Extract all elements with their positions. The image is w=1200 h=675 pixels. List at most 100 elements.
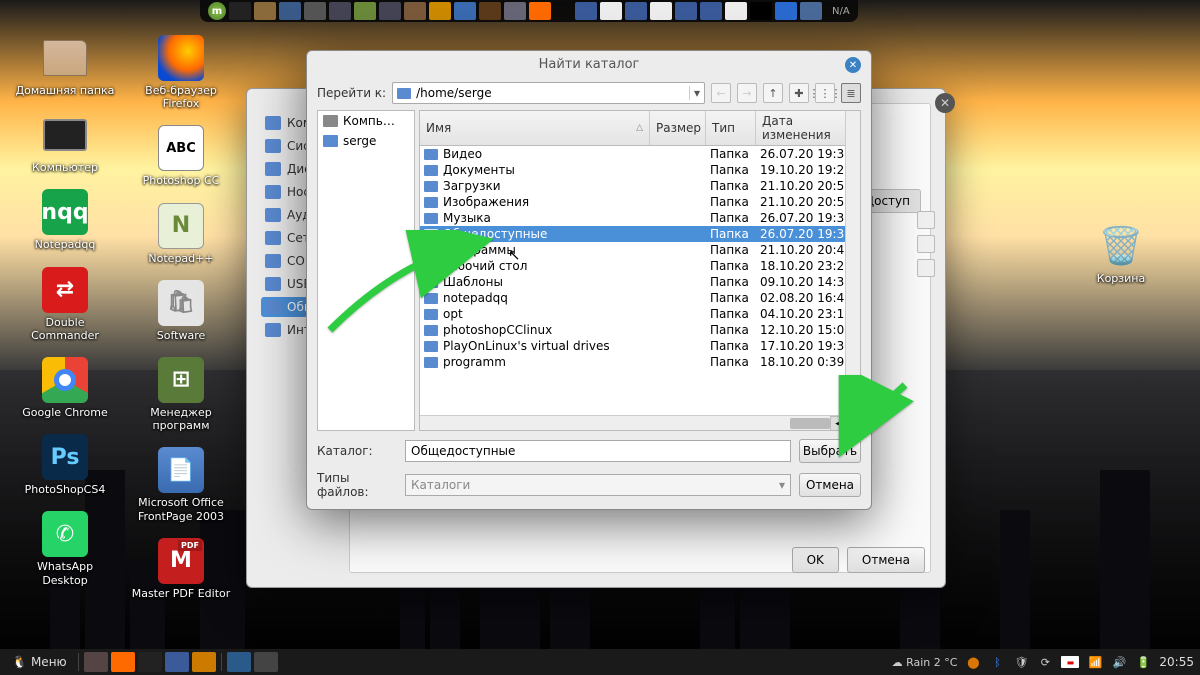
desktop-icon[interactable]: ✆WhatsApp Desktop <box>10 506 120 594</box>
tray-icon[interactable]: ⬤ <box>965 654 981 670</box>
panel-launcher[interactable] <box>529 2 551 20</box>
cancel-button[interactable]: Отмена <box>847 547 925 573</box>
catalog-input[interactable] <box>405 440 791 462</box>
desktop-icon[interactable]: Домашняя папка <box>10 30 120 105</box>
clock[interactable]: 20:55 <box>1159 655 1194 669</box>
file-row[interactable]: МузыкаПапка26.07.20 19:39 <box>420 210 860 226</box>
panel-launcher[interactable] <box>625 2 647 20</box>
panel-launcher[interactable] <box>675 2 697 20</box>
start-menu-button[interactable]: 🐧 Меню <box>6 655 73 669</box>
forward-button[interactable]: → <box>737 83 757 103</box>
place-item[interactable]: Компь… <box>318 111 414 131</box>
battery-icon[interactable]: 🔋 <box>1135 654 1151 670</box>
icon-view-button[interactable]: ⋮⋮⋮ <box>815 83 835 103</box>
file-row[interactable]: ЗагрузкиПапка21.10.20 20:50 <box>420 178 860 194</box>
close-icon[interactable]: ✕ <box>935 93 955 113</box>
panel-launcher[interactable] <box>304 2 326 20</box>
tool-button[interactable] <box>917 259 935 277</box>
choose-button[interactable]: Выбрать <box>799 439 861 463</box>
panel-launcher[interactable] <box>600 2 622 20</box>
file-row[interactable]: ШаблоныПапка09.10.20 14:36 <box>420 274 860 290</box>
taskbar-launcher[interactable] <box>138 652 162 672</box>
scroll-right-icon[interactable]: ▸ <box>845 416 860 431</box>
scroll-down-icon[interactable]: ▾ <box>846 400 860 415</box>
panel-launcher[interactable] <box>329 2 351 20</box>
panel-launcher[interactable] <box>404 2 426 20</box>
back-button[interactable]: ← <box>711 83 731 103</box>
desktop-icon[interactable]: ⊞Менеджер программ <box>126 352 236 440</box>
file-row[interactable]: ДокументыПапка19.10.20 19:21 <box>420 162 860 178</box>
path-combo[interactable]: /home/serge ▾ <box>392 82 705 104</box>
file-row[interactable]: ВидеоПапка26.07.20 19:39 <box>420 146 860 162</box>
file-types-combo[interactable]: Каталоги ▾ <box>405 474 791 496</box>
panel-launcher[interactable] <box>479 2 501 20</box>
panel-launcher[interactable] <box>750 2 772 20</box>
accessibility-icon[interactable] <box>775 2 797 20</box>
taskbar-launcher[interactable] <box>165 652 189 672</box>
panel-launcher[interactable] <box>725 2 747 20</box>
panel-launcher[interactable] <box>429 2 451 20</box>
tool-button[interactable] <box>917 211 935 229</box>
file-row[interactable]: optПапка04.10.20 23:18 <box>420 306 860 322</box>
desktop-icon[interactable]: PsPhotoShopCS4 <box>10 429 120 504</box>
taskbar-launcher[interactable] <box>192 652 216 672</box>
panel-launcher[interactable] <box>379 2 401 20</box>
up-button[interactable]: ↑ <box>763 83 783 103</box>
cancel-button[interactable]: Отмена <box>799 473 861 497</box>
panel-launcher[interactable] <box>254 2 276 20</box>
ok-button[interactable]: OK <box>792 547 839 573</box>
file-row[interactable]: photoshopCClinuxПапка12.10.20 15:02 <box>420 322 860 338</box>
desktop-icon[interactable]: nqqNotepadqq <box>10 184 120 259</box>
desktop-icon[interactable]: ⇄Double Commander <box>10 262 120 350</box>
close-icon[interactable]: ✕ <box>845 57 861 73</box>
network-icon[interactable]: 📶 <box>1087 654 1103 670</box>
file-row[interactable]: programmПапка18.10.20 0:39 <box>420 354 860 370</box>
panel-launcher[interactable] <box>279 2 301 20</box>
desktop-icon[interactable]: 📄Microsoft Office FrontPage 2003 <box>126 442 236 530</box>
bluetooth-icon[interactable]: ᛒ <box>989 654 1005 670</box>
panel-launcher[interactable] <box>800 2 822 20</box>
list-view-button[interactable]: ≣ <box>841 83 861 103</box>
vertical-scrollbar[interactable]: ▾ <box>845 111 860 415</box>
desktop-icon[interactable]: ABCPhotoshop CC <box>126 120 236 195</box>
taskbar-window[interactable] <box>227 652 251 672</box>
panel-launcher[interactable] <box>504 2 526 20</box>
desktop-icon[interactable]: Веб-браузер Firefox <box>126 30 236 118</box>
desktop-icon[interactable]: 🛍Software <box>126 275 236 350</box>
place-item[interactable]: serge <box>318 131 414 151</box>
trash-icon[interactable]: 🗑️ Корзина <box>1066 218 1176 293</box>
panel-launcher[interactable] <box>575 2 597 20</box>
tool-button[interactable] <box>917 235 935 253</box>
panel-launcher[interactable] <box>229 2 251 20</box>
new-folder-button[interactable]: ✚ <box>789 83 809 103</box>
mint-logo-icon[interactable]: m <box>208 2 226 20</box>
column-size[interactable]: Размер <box>650 111 706 145</box>
panel-launcher[interactable] <box>354 2 376 20</box>
taskbar-window[interactable] <box>254 652 278 672</box>
scroll-left-icon[interactable]: ◂ <box>830 416 845 431</box>
file-row[interactable]: ИзображенияПапка21.10.20 20:55 <box>420 194 860 210</box>
file-row[interactable]: Рабочий столПапка18.10.20 23:22 <box>420 258 860 274</box>
panel-launcher[interactable] <box>454 2 476 20</box>
volume-icon[interactable]: 🔊 <box>1111 654 1127 670</box>
shield-icon[interactable]: 🛡 <box>1013 654 1029 670</box>
taskbar-launcher[interactable] <box>111 652 135 672</box>
panel-launcher[interactable] <box>700 2 722 20</box>
keyboard-layout-icon[interactable]: ▬ <box>1061 656 1079 668</box>
update-icon[interactable]: ⟳ <box>1037 654 1053 670</box>
file-row[interactable]: ПрограммыПапка21.10.20 20:49 <box>420 242 860 258</box>
desktop-icon[interactable]: NNotepad++ <box>126 198 236 273</box>
horizontal-scrollbar[interactable]: ◂ ▸ <box>420 415 860 430</box>
file-row[interactable]: PlayOnLinux's virtual drivesПапка17.10.2… <box>420 338 860 354</box>
show-desktop-button[interactable] <box>84 652 108 672</box>
column-type[interactable]: Тип <box>706 111 756 145</box>
panel-launcher[interactable] <box>650 2 672 20</box>
column-name[interactable]: Имя△ <box>420 111 650 145</box>
file-row[interactable]: notepadqqПапка02.08.20 16:49 <box>420 290 860 306</box>
weather-indicator[interactable]: ☁ Rain 2 °C <box>892 656 958 669</box>
desktop-icon[interactable]: Компьютер <box>10 107 120 182</box>
desktop-icon[interactable]: MMaster PDF Editor <box>126 533 236 608</box>
chevron-down-icon[interactable]: ▾ <box>689 86 700 100</box>
desktop-icon[interactable]: Google Chrome <box>10 352 120 427</box>
file-row[interactable]: ОбщедоступныеПапка26.07.20 19:39 <box>420 226 860 242</box>
